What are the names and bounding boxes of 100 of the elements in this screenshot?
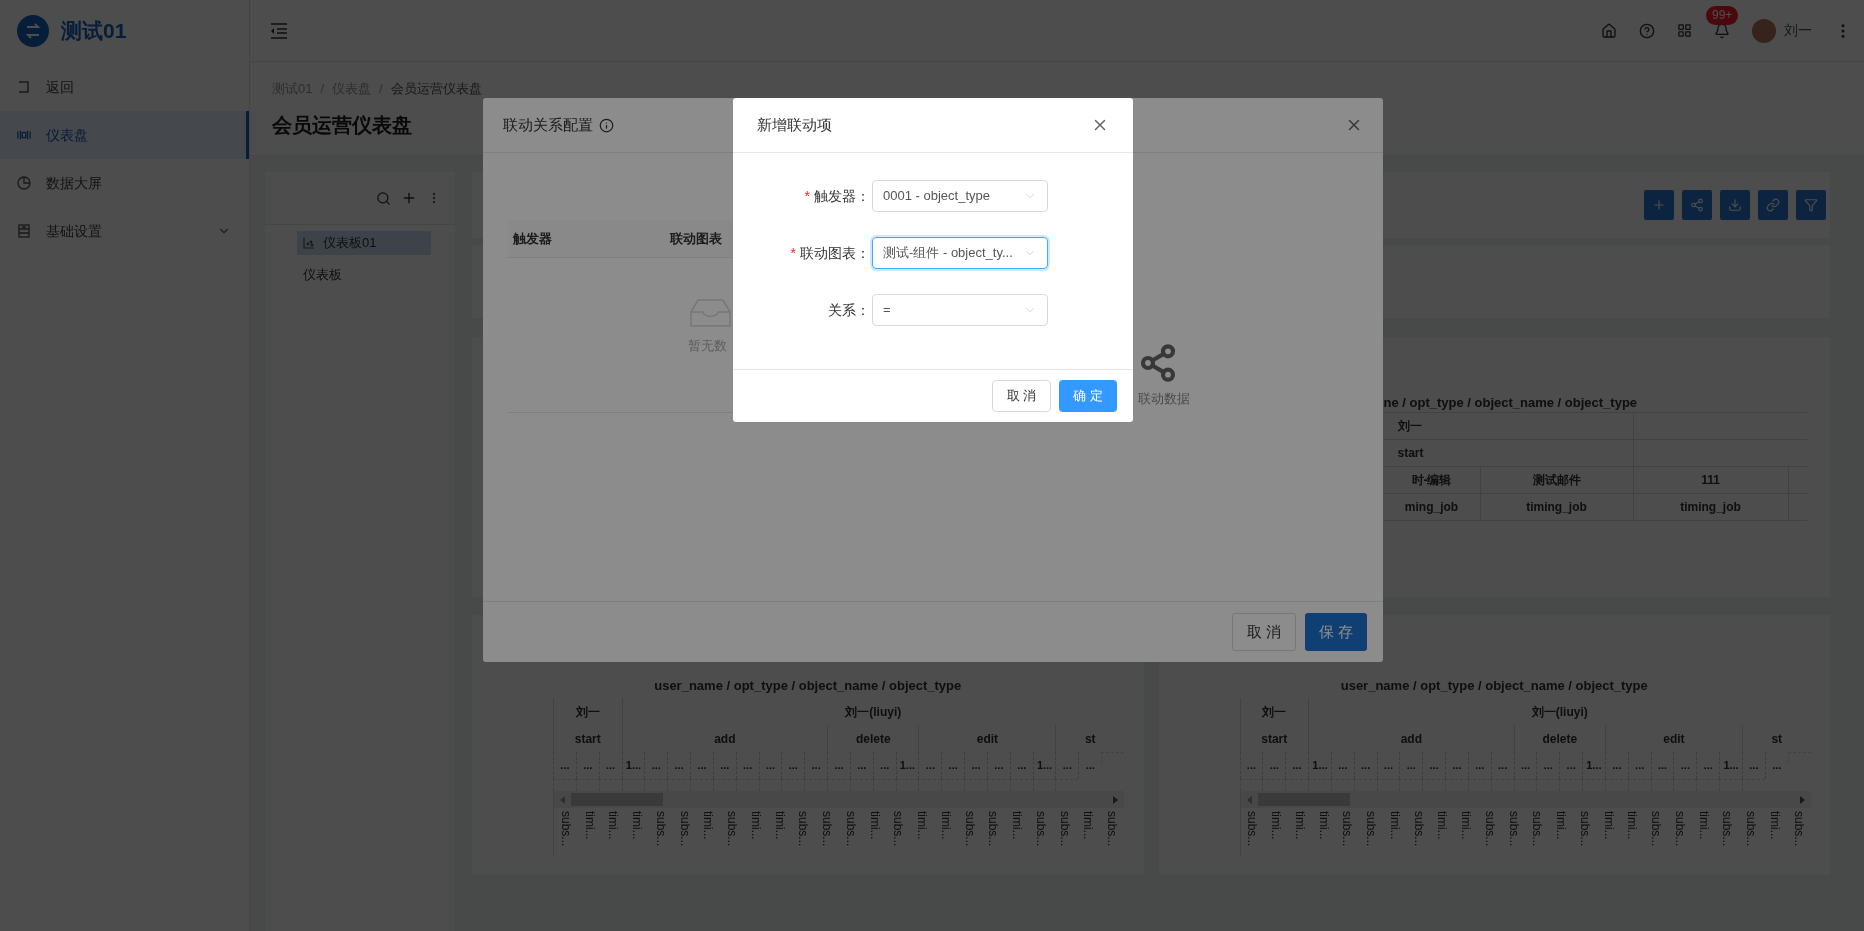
horizontal-scrollbar[interactable] xyxy=(553,791,1124,808)
row-label: timi... xyxy=(1315,811,1332,842)
column-header: ... xyxy=(644,752,668,779)
row-label: timi... xyxy=(1766,811,1783,842)
row-label: timi... xyxy=(1009,811,1026,842)
column-header: ... xyxy=(735,752,759,779)
row-label: subs... xyxy=(1339,811,1356,849)
select-field[interactable]: = xyxy=(872,294,1048,326)
column-header: st xyxy=(1741,725,1811,752)
row-label: timi... xyxy=(700,811,717,842)
column-header: ... xyxy=(1513,752,1537,779)
column-header: st xyxy=(1055,725,1124,752)
column-header: delete xyxy=(1513,725,1605,752)
column-header: ... xyxy=(1536,752,1560,779)
filter-button[interactable] xyxy=(1796,190,1826,220)
notification-bell-icon[interactable] xyxy=(1714,22,1730,39)
row-label: timi... xyxy=(629,811,646,842)
scroll-left-icon[interactable] xyxy=(1246,795,1252,804)
row-label: timi... xyxy=(1695,811,1712,842)
help-icon[interactable] xyxy=(1639,22,1655,39)
column-header: ... xyxy=(1009,752,1033,779)
confirm-button[interactable]: 确 定 xyxy=(1059,380,1117,412)
column-header: ... xyxy=(872,752,896,779)
row-label: subs... xyxy=(1032,811,1049,849)
table-cell: timing_job xyxy=(1633,494,1789,521)
column-header: ... xyxy=(1399,752,1423,779)
row-label: subs... xyxy=(1244,811,1261,849)
row-label: subs... xyxy=(842,811,859,849)
scroll-right-icon[interactable] xyxy=(1799,795,1805,804)
select-field[interactable]: 测试-组件 - object_ty... xyxy=(872,237,1048,269)
home-icon[interactable] xyxy=(1601,22,1617,39)
download-icon xyxy=(1728,198,1742,212)
horizontal-scrollbar[interactable] xyxy=(1239,791,1811,808)
share-button[interactable] xyxy=(1682,190,1712,220)
share-icon xyxy=(1690,198,1704,212)
column-header: ... xyxy=(1262,752,1286,779)
select-field[interactable]: 0001 - object_type xyxy=(872,180,1048,212)
column-header: ... xyxy=(804,752,828,779)
link-button[interactable] xyxy=(1758,190,1788,220)
column-header: 刘一 xyxy=(1239,698,1308,725)
row-label: subs... xyxy=(1576,811,1593,849)
column-header: ... xyxy=(1650,752,1674,779)
row-label: subs... xyxy=(1529,811,1546,849)
apps-grid-icon[interactable] xyxy=(1677,23,1692,38)
column-header: ... xyxy=(690,752,713,779)
row-label: timi... xyxy=(771,811,788,842)
row-label: subs... xyxy=(961,811,978,849)
confirm-button[interactable]: 保 存 xyxy=(1304,613,1367,651)
row-label: subs... xyxy=(1743,811,1760,849)
share-icon xyxy=(1138,343,1178,383)
cancel-button[interactable]: 取 消 xyxy=(991,380,1052,412)
return-icon xyxy=(17,80,31,94)
row-label: subs... xyxy=(1104,811,1121,849)
dashboard-icon xyxy=(17,128,31,142)
row-label: timi... xyxy=(1434,811,1451,842)
row-label: subs... xyxy=(985,811,1002,849)
add-button[interactable] xyxy=(1644,190,1674,220)
column-header: ... xyxy=(1741,752,1765,779)
row-label: timi... xyxy=(1291,811,1308,842)
app-logo-title: 测试01 xyxy=(61,18,127,45)
row-label: timi... xyxy=(605,811,622,842)
column-header: 刘一(liuyi) xyxy=(621,698,1124,725)
row-label: timi... xyxy=(747,811,764,842)
scroll-left-icon[interactable] xyxy=(560,795,565,804)
column-header: ... xyxy=(1330,752,1354,779)
field-label: 关系： xyxy=(828,300,870,320)
add-icon xyxy=(1652,198,1666,212)
table-cell: 测试邮件 xyxy=(1480,467,1634,494)
column-header: ... xyxy=(1559,752,1583,779)
row-label: subs... xyxy=(1505,811,1522,849)
menu-collapse-icon[interactable] xyxy=(270,22,288,39)
pie-chart-icon xyxy=(17,176,31,190)
search-icon[interactable] xyxy=(376,190,391,206)
row-label: subs... xyxy=(557,811,574,849)
info-icon[interactable] xyxy=(599,117,614,133)
filter-icon xyxy=(1804,198,1818,212)
column-header: ... xyxy=(1353,752,1377,779)
row-label: subs... xyxy=(676,811,693,849)
column-header: ... xyxy=(1078,752,1102,779)
sidebar-item[interactable]: 仪表盘 xyxy=(0,111,249,159)
row-label: timi... xyxy=(1080,811,1097,842)
column-header: edit xyxy=(918,725,1056,752)
row-label: subs... xyxy=(1481,811,1498,849)
user-avatar[interactable] xyxy=(1752,18,1776,43)
table-cell: 刘一 xyxy=(1383,413,1634,440)
link-icon xyxy=(1766,198,1780,212)
required-asterisk: * xyxy=(804,186,810,206)
table-cell: timing_job xyxy=(1480,494,1634,521)
row-label: subs... xyxy=(1363,811,1380,849)
cancel-button[interactable]: 取 消 xyxy=(1231,613,1296,651)
column-header: ... xyxy=(1422,752,1446,779)
download-button[interactable] xyxy=(1720,190,1750,220)
column-header: add xyxy=(621,725,828,752)
add-icon[interactable] xyxy=(401,190,417,206)
column-header: 1... xyxy=(1719,752,1742,779)
column-header: 1... xyxy=(895,752,919,779)
scroll-right-icon[interactable] xyxy=(1113,795,1118,804)
column-header: 1... xyxy=(1582,752,1605,779)
notification-badge: 99+ xyxy=(1706,5,1739,25)
column-header: ... xyxy=(1627,752,1651,779)
